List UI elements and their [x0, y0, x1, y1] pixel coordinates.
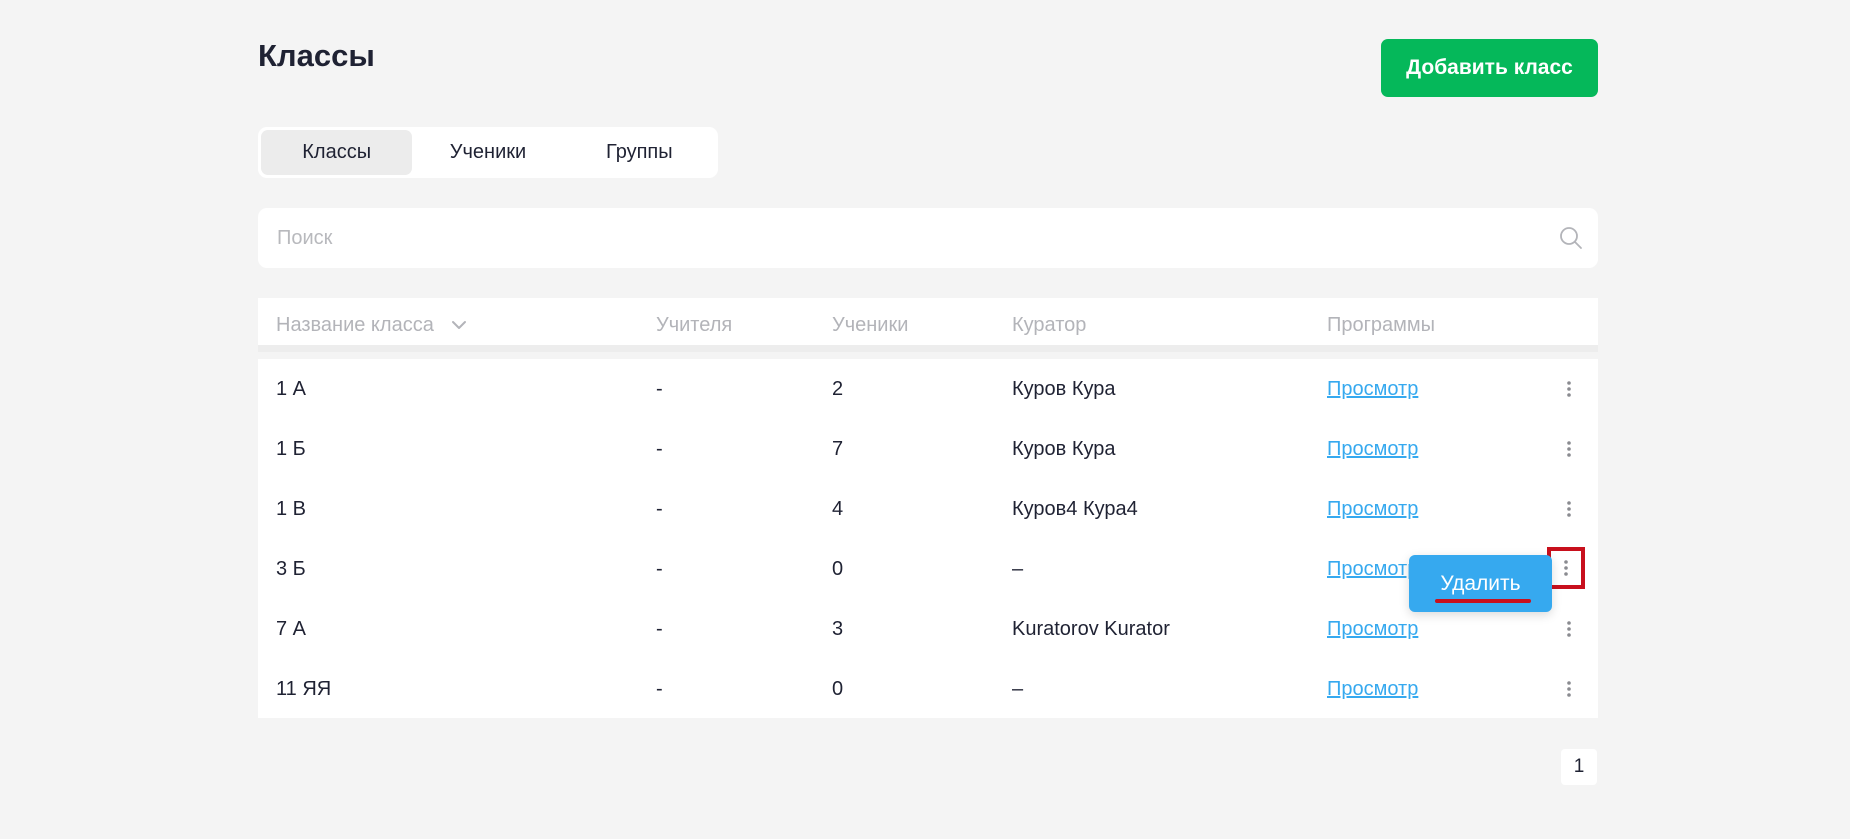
cell-curator: Куров4 Кура4 [1012, 497, 1138, 520]
cell-students: 2 [832, 377, 844, 400]
cell-class-name: 3 Б [276, 557, 306, 580]
column-header-teachers: Учителя [656, 313, 733, 336]
table-row: 1 В - 4 Куров4 Кура4 Просмотр [258, 479, 1598, 539]
cell-students: 0 [832, 557, 844, 580]
cell-teachers: - [656, 377, 663, 400]
cell-curator: – [1012, 557, 1024, 580]
tab-classes[interactable]: Классы [261, 130, 413, 175]
cell-class-name: 7 А [276, 617, 307, 640]
chevron-down-icon[interactable] [450, 316, 468, 334]
more-options-icon[interactable] [1556, 676, 1582, 702]
more-options-icon[interactable] [1556, 616, 1582, 642]
cell-curator: Kuratorov Kurator [1012, 617, 1170, 640]
cell-students: 7 [832, 437, 844, 460]
cell-curator: – [1012, 677, 1024, 700]
more-options-icon[interactable] [1556, 496, 1582, 522]
more-options-icon[interactable] [1547, 547, 1585, 589]
table-row: 1 А - 2 Куров Кура Просмотр [258, 359, 1598, 419]
cell-students: 3 [832, 617, 844, 640]
cell-class-name: 1 Б [276, 437, 306, 460]
cell-curator: Куров Кура [1012, 377, 1116, 400]
column-header-class-name[interactable]: Название класса [276, 298, 468, 352]
programs-view-link[interactable]: Просмотр [1327, 498, 1418, 521]
search-bar [258, 208, 1598, 268]
column-header-label: Название класса [276, 313, 434, 336]
cell-teachers: - [656, 557, 663, 580]
highlight-underline [1435, 599, 1531, 603]
programs-view-link[interactable]: Просмотр [1327, 378, 1418, 401]
table-row: 3 Б - 0 – Просмотр [258, 539, 1598, 599]
programs-view-link[interactable]: Просмотр [1327, 618, 1418, 641]
more-options-icon[interactable] [1556, 436, 1582, 462]
cell-class-name: 1 А [276, 377, 307, 400]
column-header-students: Ученики [832, 313, 909, 336]
cell-students: 0 [832, 677, 844, 700]
cell-curator: Куров Кура [1012, 437, 1116, 460]
table-row: 1 Б - 7 Куров Кура Просмотр [258, 419, 1598, 479]
cell-teachers: - [656, 437, 663, 460]
programs-view-link[interactable]: Просмотр [1327, 678, 1418, 701]
table-row: 11 ЯЯ - 0 – Просмотр [258, 659, 1598, 719]
table-row: 7 А - 3 Kuratorov Kurator Просмотр [258, 599, 1598, 659]
tab-bar: Классы Ученики Группы [258, 127, 718, 178]
tab-groups[interactable]: Группы [564, 130, 715, 175]
add-class-button[interactable]: Добавить класс [1381, 39, 1598, 97]
pagination-page-button[interactable]: 1 [1561, 749, 1597, 785]
search-icon[interactable] [1558, 225, 1584, 251]
programs-view-link[interactable]: Просмотр [1327, 438, 1418, 461]
cell-teachers: - [656, 677, 663, 700]
tab-students[interactable]: Ученики [412, 130, 563, 175]
classes-table: 1 А - 2 Куров Кура Просмотр 1 Б - 7 Куро… [258, 359, 1598, 718]
column-header-curator: Куратор [1012, 313, 1087, 336]
cell-teachers: - [656, 617, 663, 640]
search-input[interactable] [258, 208, 1538, 268]
cell-class-name: 11 ЯЯ [276, 677, 332, 700]
programs-view-link[interactable]: Просмотр [1327, 558, 1418, 581]
column-header-programs: Программы [1327, 313, 1436, 336]
more-options-icon[interactable] [1556, 376, 1582, 402]
table-header: Название класса Учителя Ученики Куратор … [258, 298, 1598, 352]
cell-students: 4 [832, 497, 844, 520]
page-title: Классы [258, 38, 375, 73]
delete-menu-item[interactable]: Удалить [1409, 555, 1552, 612]
cell-class-name: 1 В [276, 497, 307, 520]
cell-teachers: - [656, 497, 663, 520]
delete-label: Удалить [1440, 571, 1521, 595]
